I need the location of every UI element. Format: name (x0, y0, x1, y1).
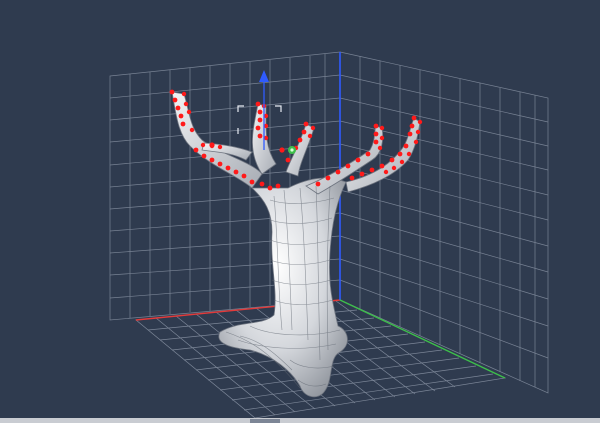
3d-viewport[interactable] (0, 0, 600, 423)
bottom-tab[interactable] (250, 419, 280, 423)
tree-mesh-icon[interactable] (169, 89, 423, 398)
gizmo-up-arrow-icon[interactable] (259, 70, 269, 82)
viewport-canvas[interactable] (0, 0, 600, 418)
bottom-strip (0, 418, 600, 423)
